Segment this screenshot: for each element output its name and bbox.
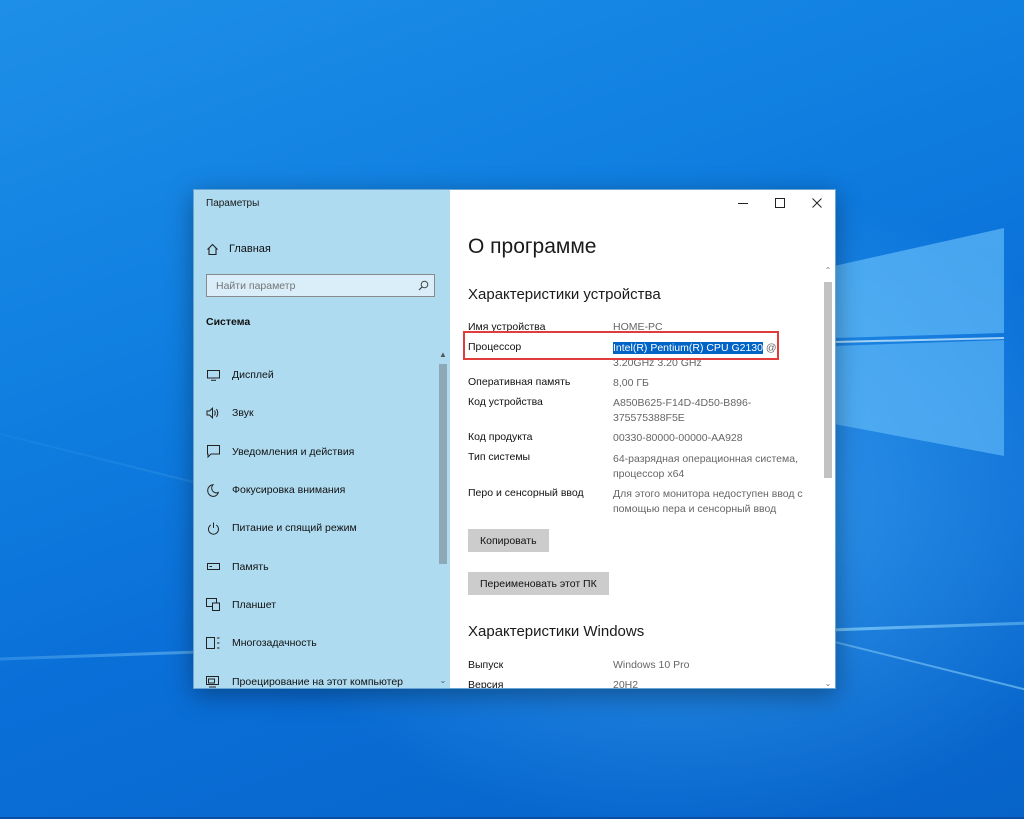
sidebar-item-multitasking[interactable]: Многозадачность bbox=[194, 624, 434, 662]
settings-window: Параметры Главная Система Дисплей Звук bbox=[193, 189, 836, 689]
sidebar-item-display[interactable]: Дисплей bbox=[194, 356, 434, 394]
sidebar: Параметры Главная Система Дисплей Звук bbox=[194, 190, 450, 688]
sidebar-item-tablet[interactable]: Планшет bbox=[194, 586, 434, 624]
close-icon bbox=[811, 198, 822, 208]
storage-icon bbox=[206, 560, 220, 574]
sidebar-item-label: Планшет bbox=[232, 598, 277, 611]
scroll-down-icon[interactable]: ⌄ bbox=[437, 676, 449, 686]
sidebar-item-label: Питание и спящий режим bbox=[232, 522, 357, 535]
sidebar-item-label: Фокусировка внимания bbox=[232, 484, 346, 497]
window-controls bbox=[724, 190, 835, 216]
ram-value: 8,00 ГБ bbox=[613, 377, 649, 389]
scrollbar-thumb[interactable] bbox=[439, 364, 447, 564]
tablet-icon bbox=[206, 598, 220, 612]
sidebar-item-projecting[interactable]: Проецирование на этот компьютер bbox=[194, 662, 434, 700]
sidebar-item-power[interactable]: Питание и спящий режим bbox=[194, 509, 434, 547]
edition-label: Выпуск bbox=[468, 659, 504, 671]
close-button[interactable] bbox=[798, 190, 835, 216]
page-title: О программе bbox=[468, 235, 597, 258]
windows-specs-heading: Характеристики Windows bbox=[468, 623, 645, 640]
home-icon bbox=[207, 243, 218, 255]
version-value: 20H2 bbox=[613, 679, 639, 688]
window-title: Параметры bbox=[206, 198, 260, 209]
sidebar-item-focus-assist[interactable]: Фокусировка внимания bbox=[194, 471, 434, 509]
power-icon bbox=[206, 521, 220, 535]
display-icon bbox=[206, 368, 220, 382]
device-id-value: A850B625-F14D-4D50-B896-375575388F5E bbox=[613, 397, 752, 424]
system-type-value: 64-разрядная операционная система, проце… bbox=[613, 453, 799, 480]
version-label: Версия bbox=[468, 679, 504, 688]
product-id-value: 00330-80000-00000-AA928 bbox=[613, 432, 743, 444]
copy-button[interactable]: Копировать bbox=[468, 529, 549, 552]
home-label: Главная bbox=[229, 243, 271, 255]
device-specs-heading: Характеристики устройства bbox=[468, 286, 661, 303]
sidebar-item-label: Дисплей bbox=[232, 369, 274, 382]
sidebar-item-label: Проецирование на этот компьютер bbox=[232, 675, 403, 688]
scrollbar-thumb[interactable] bbox=[824, 282, 832, 478]
maximize-button[interactable] bbox=[761, 190, 798, 216]
scroll-up-icon[interactable]: ⌃ bbox=[823, 266, 833, 275]
rename-pc-button[interactable]: Переименовать этот ПК bbox=[468, 572, 609, 595]
sidebar-item-label: Звук bbox=[232, 407, 254, 420]
scroll-up-icon[interactable]: ▲ bbox=[437, 350, 449, 360]
section-heading-system: Система bbox=[206, 316, 251, 328]
sidebar-item-label: Многозадачность bbox=[232, 637, 317, 650]
windows-logo-icon bbox=[834, 228, 1004, 456]
ram-label: Оперативная память bbox=[468, 376, 571, 388]
search-box[interactable] bbox=[206, 274, 435, 297]
multitasking-icon bbox=[206, 636, 220, 650]
sidebar-item-label: Уведомления и действия bbox=[232, 445, 355, 458]
sidebar-item-sound[interactable]: Звук bbox=[194, 394, 434, 432]
processor-highlight-box bbox=[463, 331, 779, 360]
sidebar-item-notifications[interactable]: Уведомления и действия bbox=[194, 433, 434, 471]
device-id-label: Код устройства bbox=[468, 396, 543, 408]
main-content: О программе Характеристики устройства Им… bbox=[450, 190, 835, 688]
edition-value: Windows 10 Pro bbox=[613, 659, 690, 671]
focus-moon-icon bbox=[206, 483, 220, 497]
home-nav[interactable]: Главная bbox=[206, 240, 271, 258]
pen-touch-value: Для этого монитора недоступен ввод с пом… bbox=[613, 488, 803, 515]
sidebar-item-storage[interactable]: Память bbox=[194, 547, 434, 585]
sidebar-scrollbar[interactable]: ▲ ⌄ bbox=[437, 350, 449, 688]
notifications-icon bbox=[206, 445, 220, 459]
content-scrollbar[interactable]: ⌃ ⌄ bbox=[823, 266, 833, 688]
pen-touch-label: Перо и сенсорный ввод bbox=[468, 487, 584, 499]
sidebar-nav: Дисплей Звук Уведомления и действия Фоку… bbox=[194, 356, 434, 701]
scroll-down-icon[interactable]: ⌄ bbox=[823, 679, 833, 688]
sidebar-item-label: Память bbox=[232, 560, 269, 573]
sound-icon bbox=[206, 406, 220, 420]
minimize-button[interactable] bbox=[724, 190, 761, 216]
projecting-icon bbox=[206, 675, 220, 689]
maximize-icon bbox=[774, 198, 785, 208]
system-type-label: Тип системы bbox=[468, 451, 531, 463]
product-id-label: Код продукта bbox=[468, 431, 533, 443]
search-input[interactable] bbox=[207, 278, 412, 293]
search-icon[interactable] bbox=[412, 275, 434, 296]
minimize-icon bbox=[737, 203, 748, 204]
